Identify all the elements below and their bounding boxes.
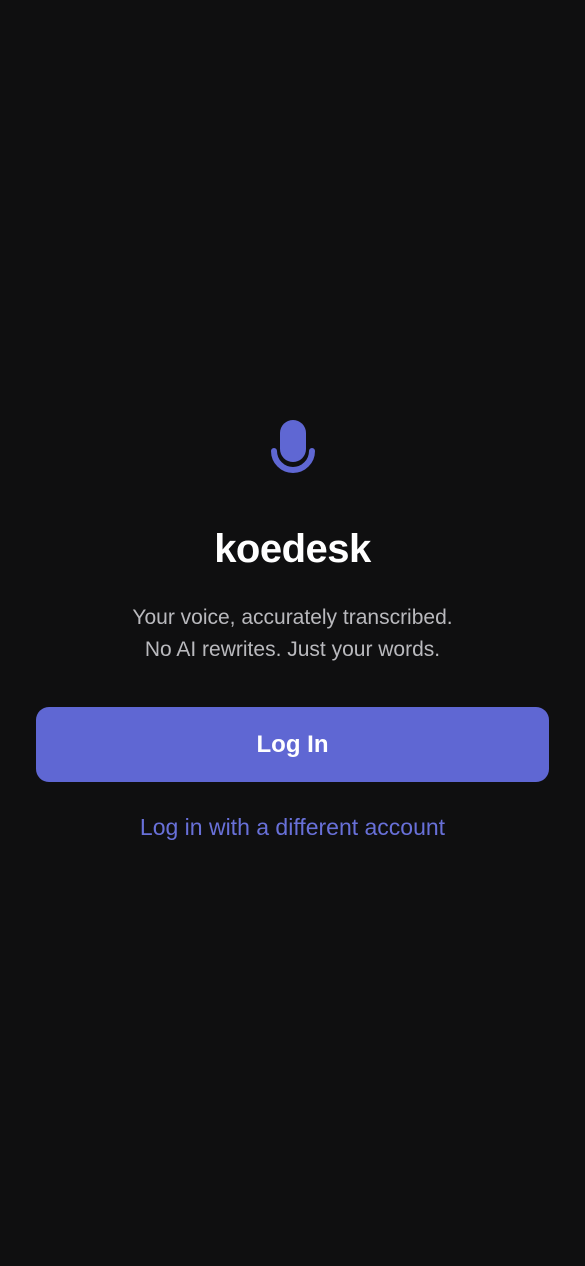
different-account-link[interactable]: Log in with a different account	[0, 811, 585, 843]
tagline-line-1: Your voice, accurately transcribed.	[132, 606, 453, 629]
app-name: koedesk	[214, 527, 371, 571]
tagline-line-2: No AI rewrites. Just your words.	[144, 638, 441, 661]
login-screen: koedesk Your voice, accurately transcrib…	[0, 0, 585, 1266]
microphone-icon	[271, 420, 315, 473]
login-button[interactable]: Log In	[36, 707, 549, 782]
